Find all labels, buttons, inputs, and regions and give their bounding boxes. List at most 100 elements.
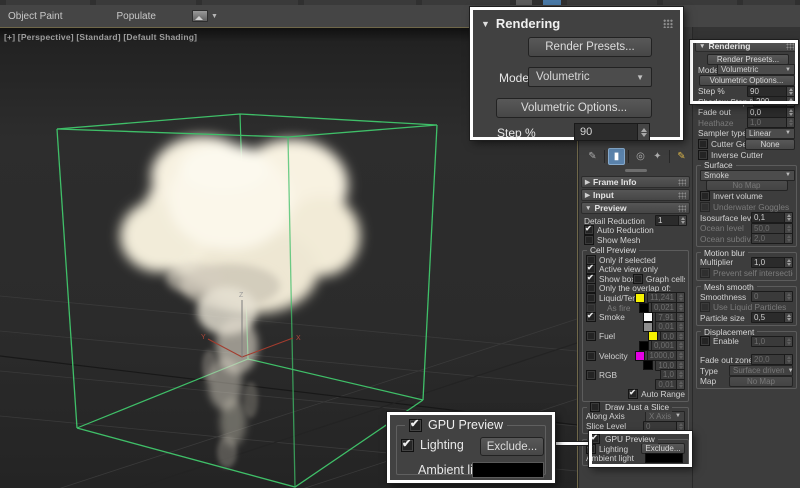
drag-grip-icon[interactable] bbox=[678, 204, 686, 212]
along-axis-value: X Axis bbox=[649, 411, 672, 421]
step-row: Step % 90 bbox=[696, 85, 797, 97]
only-if-selected-label: Only if selected bbox=[599, 254, 656, 265]
type-label: Type bbox=[700, 365, 718, 376]
particle-size-field[interactable]: 0,5 bbox=[751, 312, 793, 324]
step-field[interactable]: 90 bbox=[574, 123, 650, 141]
draw-just-a-slice-label: Draw Just a Slice bbox=[605, 402, 670, 413]
svg-text:Z: Z bbox=[239, 292, 244, 299]
smoke-color-swatch[interactable] bbox=[643, 312, 654, 323]
isosurface-level-field[interactable]: 0,1 bbox=[751, 212, 793, 224]
draw-just-a-slice-checkbox[interactable] bbox=[590, 402, 600, 413]
invert-volume-checkbox[interactable] bbox=[700, 191, 710, 202]
rollout-frame-info[interactable]: ▶ Frame Info bbox=[581, 176, 690, 188]
shadow-step-field[interactable]: 200 bbox=[753, 96, 795, 108]
volumetric-options-row: Volumetric Options... bbox=[696, 74, 797, 86]
lighting-checkbox[interactable]: ✔ bbox=[401, 438, 414, 452]
step-spinner[interactable] bbox=[637, 124, 649, 140]
rings-icon[interactable]: ◎ bbox=[632, 148, 649, 165]
detail-reduction-spinner[interactable] bbox=[678, 216, 686, 226]
rendering-panel: ▼ Rendering Render Presets... Mode Volumet… bbox=[692, 27, 800, 488]
ambient-light-swatch[interactable] bbox=[472, 462, 544, 478]
heathaze-row: Heathaze 1,0 bbox=[696, 117, 797, 129]
rollout-input[interactable]: ▶ Input bbox=[581, 189, 690, 201]
notes-icon[interactable]: ✎ bbox=[673, 148, 690, 165]
lighting-checkbox[interactable]: ✔ bbox=[586, 443, 596, 454]
slice-level-field: 0 bbox=[643, 420, 685, 432]
media-flyout[interactable]: ▼ bbox=[191, 10, 218, 22]
smoothness-value: 0 bbox=[754, 292, 759, 302]
pen-icon[interactable]: ✎ bbox=[584, 148, 601, 165]
drag-grip-icon bbox=[663, 19, 673, 28]
spark-icon[interactable]: ✦ bbox=[649, 148, 666, 165]
chevron-down-icon: ▼ bbox=[636, 72, 644, 82]
fade-out-field[interactable]: 0,0 bbox=[747, 106, 795, 118]
step-value: 90 bbox=[580, 126, 593, 138]
multiplier-field[interactable]: 1,0 bbox=[751, 256, 793, 268]
liquid-temp-checkbox[interactable] bbox=[586, 292, 596, 303]
surface-mode-dropdown[interactable]: Smoke ▼ bbox=[700, 169, 795, 181]
chevron-down-icon: ▼ bbox=[785, 130, 791, 137]
tab-populate[interactable]: Populate bbox=[116, 11, 155, 22]
only-the-overlap-of-checkbox[interactable] bbox=[586, 283, 596, 294]
shadow-step-spinner[interactable] bbox=[786, 97, 794, 107]
as-fire-color-swatch[interactable] bbox=[638, 302, 649, 313]
liquid-temp-color-swatch[interactable] bbox=[635, 292, 646, 303]
ambient-light-color-swatch[interactable] bbox=[645, 453, 683, 464]
range-color-swatch[interactable] bbox=[643, 321, 654, 332]
cutter-geom-checkbox[interactable] bbox=[698, 139, 708, 150]
mode-dropdown[interactable]: Volumetric ▼ bbox=[528, 67, 652, 87]
panel-resize-grip[interactable] bbox=[624, 169, 647, 172]
auto-range-checkbox[interactable]: ✔ bbox=[628, 388, 639, 399]
volumetric-options-button[interactable]: Volumetric Options... bbox=[698, 74, 795, 86]
particle-size-spinner[interactable] bbox=[784, 313, 792, 323]
rollout-preview[interactable]: ▼ Preview bbox=[581, 202, 690, 214]
liquid-temp-label: Liquid/Temp. bbox=[599, 292, 635, 303]
range-color-swatch[interactable] bbox=[643, 360, 654, 371]
velocity-value: 1000,0 bbox=[649, 351, 674, 361]
enable-checkbox[interactable] bbox=[700, 336, 710, 347]
sampler-type-dropdown[interactable]: Linear ▼ bbox=[745, 127, 795, 139]
mode-value: Volumetric bbox=[721, 65, 759, 75]
velocity-color-swatch[interactable] bbox=[634, 350, 645, 361]
rollout-rendering[interactable]: ▼ Rendering bbox=[695, 40, 798, 52]
fuel-checkbox[interactable] bbox=[586, 331, 596, 342]
step-field[interactable]: 90 bbox=[747, 85, 795, 97]
velocity-checkbox[interactable] bbox=[586, 350, 596, 361]
render-presets-button[interactable]: Render Presets... bbox=[528, 37, 652, 57]
multiplier-spinner[interactable] bbox=[784, 257, 792, 267]
app-window: Object Paint Populate ▼ Y X Z [+] [Persp… bbox=[0, 0, 800, 488]
exclude-button[interactable]: Exclude... bbox=[480, 437, 544, 456]
mode-dropdown[interactable]: Volumetric ▼ bbox=[717, 64, 795, 76]
inverse-cutter-checkbox[interactable] bbox=[698, 149, 708, 160]
detail-reduction-field[interactable]: 1 bbox=[655, 215, 687, 227]
smoothness-field: 0 bbox=[751, 291, 793, 303]
smoke-checkbox[interactable]: ✔ bbox=[586, 311, 596, 323]
cell-preview-label: Cell Preview bbox=[590, 245, 637, 256]
step-spinner[interactable] bbox=[786, 86, 794, 96]
drag-grip-icon[interactable] bbox=[786, 42, 794, 50]
tab-object-paint[interactable]: Object Paint bbox=[8, 11, 62, 22]
fade-out-spinner[interactable] bbox=[786, 107, 794, 117]
show-box-checkbox[interactable]: ✔ bbox=[586, 273, 596, 284]
isosurface-level-spinner[interactable] bbox=[784, 213, 792, 223]
render-presets-button[interactable]: Render Presets... bbox=[707, 53, 789, 65]
fade-out-zone-row: Fade out zone 20,0 bbox=[698, 354, 795, 366]
particle-size-row: Particle size 0,5 bbox=[698, 312, 795, 324]
ocean-level-row: Ocean level 50,0 bbox=[698, 222, 795, 234]
auto-reduction-checkbox[interactable]: ✔ bbox=[584, 224, 594, 236]
volumetric-options-button[interactable]: Volumetric Options... bbox=[496, 98, 652, 118]
show-mesh-checkbox[interactable] bbox=[584, 234, 594, 245]
drag-grip-icon[interactable] bbox=[678, 178, 686, 186]
gpu-preview-checkbox[interactable]: ✔ bbox=[409, 418, 422, 432]
value-13-value: 0,01 bbox=[658, 379, 674, 389]
image-icon bbox=[191, 10, 208, 22]
simulation-tab-icon[interactable]: ▮ bbox=[608, 148, 625, 165]
cutter-geom-button[interactable]: None bbox=[745, 138, 795, 150]
graph-cells-checkbox[interactable] bbox=[632, 273, 643, 284]
active-view-only-label: Active view only bbox=[599, 264, 659, 275]
rgb-checkbox[interactable] bbox=[586, 369, 596, 380]
motion-blur-group: Motion blur Multiplier 1,0 Prevent self int… bbox=[696, 248, 797, 282]
as-fire-value: 0,021 bbox=[653, 303, 674, 313]
drag-grip-icon[interactable] bbox=[678, 191, 686, 199]
viewport-label[interactable]: [+] [Perspective] [Standard] [Default Sh… bbox=[4, 32, 197, 42]
